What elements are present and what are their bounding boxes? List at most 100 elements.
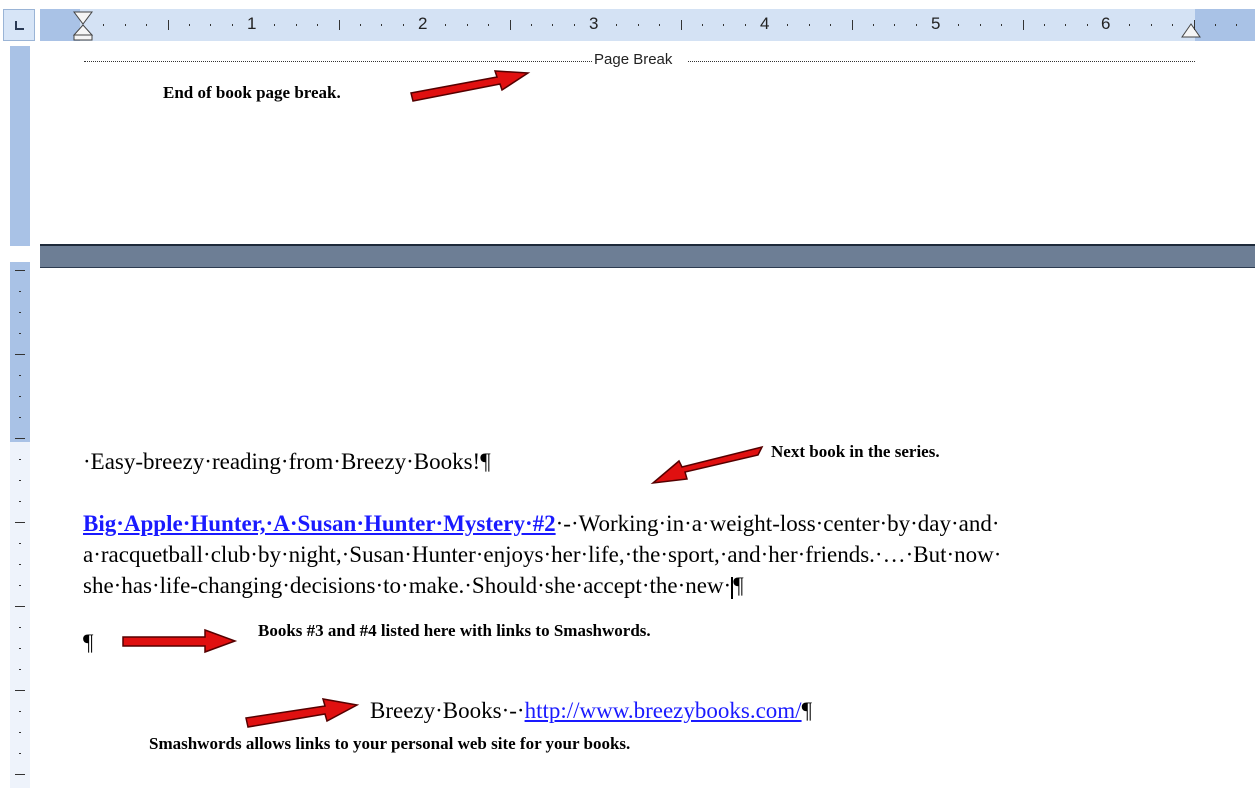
empty-paragraph[interactable]: ¶ <box>83 627 93 658</box>
ruler-tick <box>167 20 169 30</box>
ruler-tick <box>1129 24 1131 26</box>
ruler-tick <box>894 24 896 26</box>
ruler-tick <box>359 24 361 26</box>
ruler-tick <box>851 20 853 30</box>
ruler-tick <box>381 24 383 26</box>
page-separator <box>40 244 1255 268</box>
vertical-ruler-tick <box>15 606 25 607</box>
ruler-tick <box>530 24 532 26</box>
ruler-tick <box>188 24 190 26</box>
vertical-ruler-tick <box>15 522 25 523</box>
ruler-number: 1 <box>247 14 257 33</box>
ruler-tick <box>915 24 917 26</box>
annotation-books-3-4: Books #3 and #4 listed here with links t… <box>258 621 651 640</box>
ruler-tick <box>317 24 319 26</box>
paragraph-mark: ¶ <box>801 698 812 723</box>
ruler-tick <box>573 24 575 26</box>
book-description-line1: ·-·Working·in·a·weight-loss·center·by·da… <box>555 511 1000 536</box>
footer-prefix: Breezy·Books·-· <box>370 698 525 723</box>
ruler-tick <box>1172 24 1174 26</box>
vertical-ruler-tick <box>19 543 21 544</box>
book-link[interactable]: Big·Apple·Hunter,·A·Susan·Hunter·Mystery… <box>83 511 556 536</box>
ruler-number: 4 <box>760 14 770 33</box>
ruler-tick <box>146 24 148 26</box>
vertical-ruler-tick <box>19 459 21 460</box>
left-tab-icon <box>15 21 24 30</box>
ruler-number: 3 <box>589 14 599 33</box>
vertical-ruler-tick <box>15 270 25 271</box>
vertical-ruler-tick <box>19 375 21 376</box>
vertical-ruler-tick <box>19 648 21 649</box>
ruler-number: 5 <box>931 14 941 33</box>
ruler-tick <box>231 24 233 26</box>
ruler-tick <box>1193 20 1195 30</box>
vertical-ruler-tick <box>19 627 21 628</box>
vertical-ruler-tick <box>19 711 21 712</box>
ruler-tick <box>338 20 340 30</box>
vertical-ruler-tick <box>19 669 21 670</box>
vertical-ruler-tick <box>19 312 21 313</box>
ruler-tick <box>402 24 404 26</box>
ruler-tick <box>295 24 297 26</box>
page-previous <box>40 46 1255 244</box>
ruler-tick <box>744 24 746 26</box>
ruler-tick <box>445 24 447 26</box>
ruler-tick <box>1022 20 1024 30</box>
vertical-ruler-tick <box>15 690 25 691</box>
vertical-ruler-tick <box>19 480 21 481</box>
vertical-ruler-tick <box>19 417 21 418</box>
ruler-tick <box>723 24 725 26</box>
tagline-paragraph[interactable]: ·Easy-breezy·reading·from·Breezy·Books!¶ <box>83 446 491 477</box>
page-break-line-left <box>84 61 592 62</box>
book-description-line2[interactable]: a·racquetball·club·by·night,·Susan·Hunte… <box>83 539 1001 570</box>
breezybooks-url-link[interactable]: http://www.breezybooks.com/ <box>525 698 802 723</box>
vertical-ruler-text-area <box>10 442 30 788</box>
ruler-tick <box>1214 24 1216 26</box>
book-description-line3-wrap[interactable]: she·has·life-changing·decisions·to·make.… <box>83 570 744 601</box>
paragraph-mark: ¶ <box>733 573 744 598</box>
ruler-tick <box>488 24 490 26</box>
book-paragraph[interactable]: Big·Apple·Hunter,·A·Susan·Hunter·Mystery… <box>83 508 1000 539</box>
ruler-tick <box>210 24 212 26</box>
ruler-tick <box>124 24 126 26</box>
ruler-tick <box>552 24 554 26</box>
vertical-ruler-tick <box>19 333 21 334</box>
right-indent-marker-icon[interactable] <box>1180 22 1202 42</box>
ruler-tick <box>616 24 618 26</box>
ruler-tick <box>787 24 789 26</box>
vertical-ruler-tick <box>15 354 25 355</box>
page-break-label: Page Break <box>594 51 673 68</box>
ruler-tick <box>701 24 703 26</box>
ruler-tick <box>274 24 276 26</box>
right-margin-area <box>1195 9 1255 41</box>
annotation-smashwords-links: Smashwords allows links to your personal… <box>149 734 631 753</box>
vertical-ruler-tick <box>19 585 21 586</box>
indent-marker-icon[interactable] <box>70 9 96 41</box>
vertical-ruler-tick <box>19 753 21 754</box>
ruler-tick <box>1065 24 1067 26</box>
annotation-end-of-book: End of book page break. <box>163 83 341 102</box>
footer-paragraph[interactable]: Breezy·Books·-·http://www.breezybooks.co… <box>370 695 812 726</box>
vertical-ruler-tick <box>19 396 21 397</box>
ruler-number: 2 <box>418 14 428 33</box>
ruler-tick <box>1086 24 1088 26</box>
vertical-ruler-tick <box>19 564 21 565</box>
annotation-next-book: Next book in the series. <box>771 442 940 461</box>
vertical-ruler-tick <box>15 438 25 439</box>
ruler-tick <box>509 20 511 30</box>
ruler-tick <box>958 24 960 26</box>
ruler-tick <box>830 24 832 26</box>
ruler-tick <box>466 24 468 26</box>
ruler-tick <box>872 24 874 26</box>
vertical-ruler-tick <box>15 774 25 775</box>
ruler-tick <box>1236 24 1238 26</box>
tab-selector-button[interactable] <box>3 9 35 41</box>
ruler-tick <box>637 24 639 26</box>
ruler-tick <box>103 24 105 26</box>
ruler-tick <box>1150 24 1152 26</box>
ruler-band <box>40 9 1255 41</box>
vertical-ruler-tick <box>19 291 21 292</box>
horizontal-ruler: 1 2 3 4 5 6 <box>0 0 1255 46</box>
ruler-tick <box>808 24 810 26</box>
ruler-tick <box>1001 24 1003 26</box>
